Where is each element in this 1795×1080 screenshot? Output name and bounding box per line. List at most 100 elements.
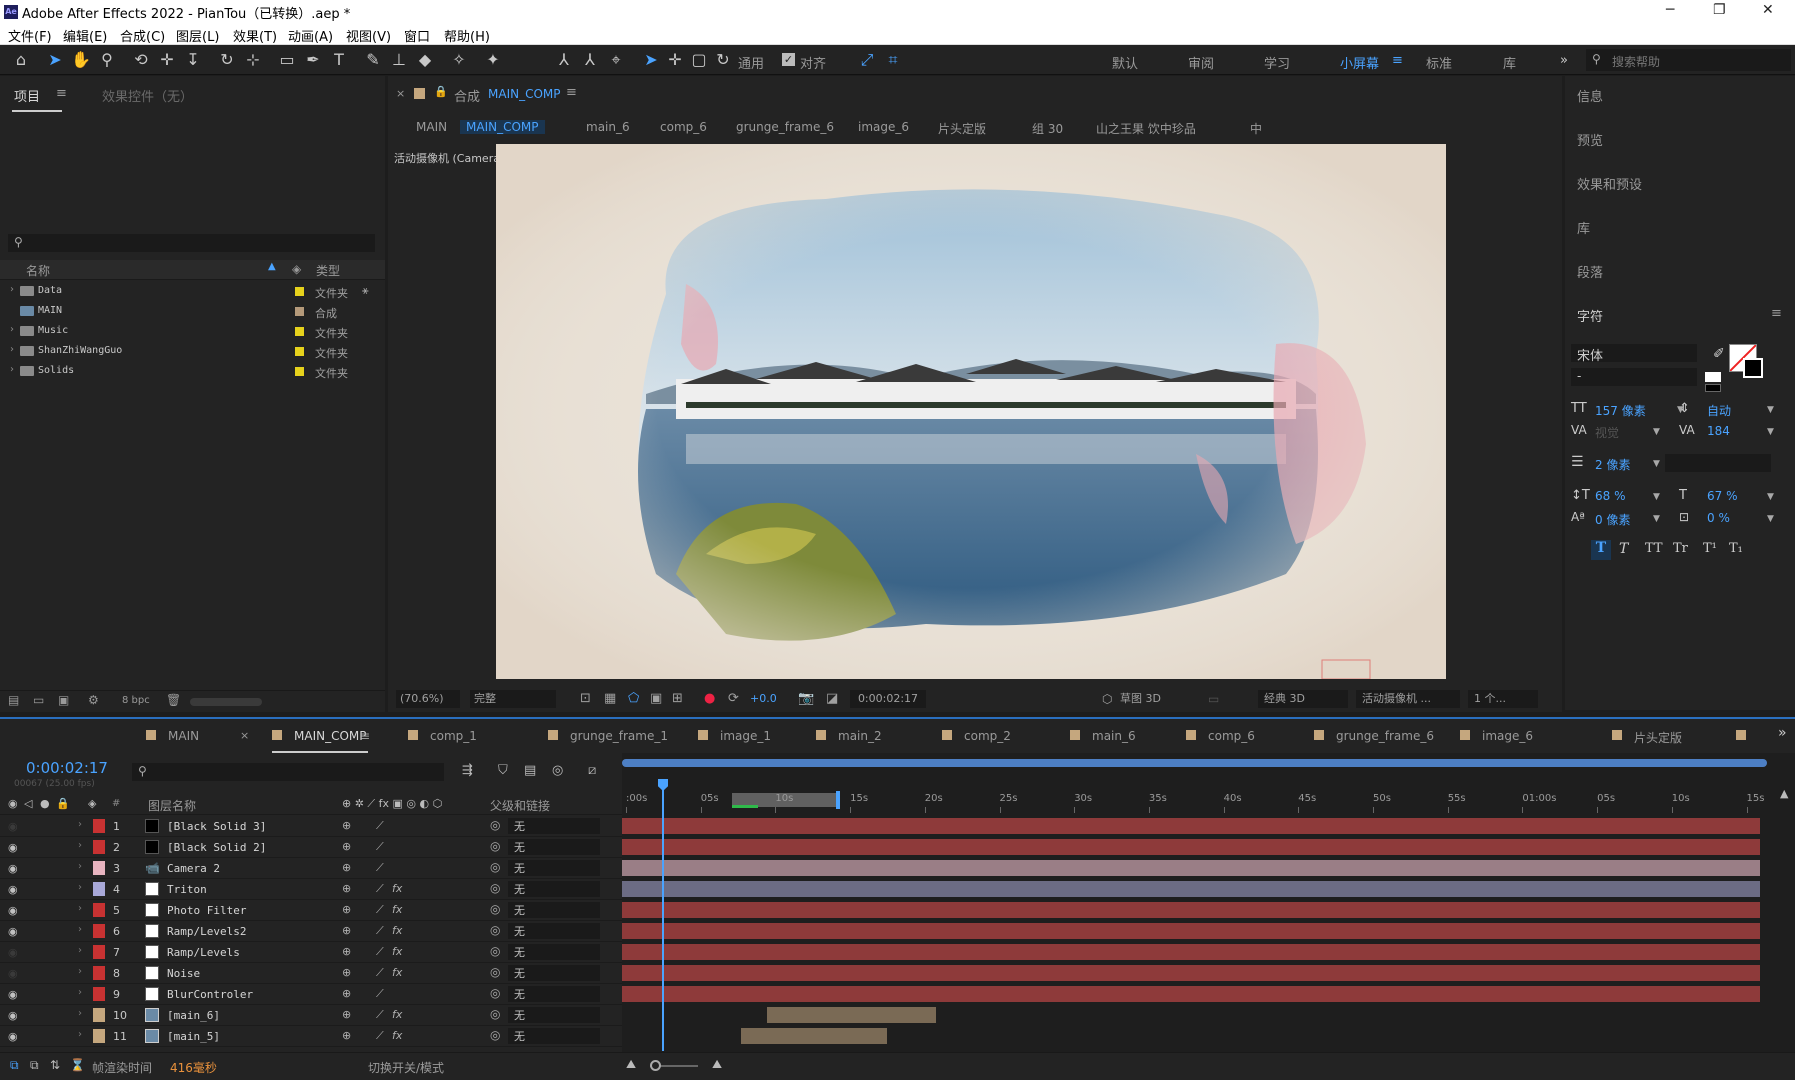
scale-3d-icon[interactable]: ▢ (688, 49, 710, 71)
tsume-value[interactable]: 0 % (1707, 511, 1730, 525)
color-management-icon[interactable]: ● (704, 690, 715, 708)
pick-whip-icon[interactable]: ◎ (490, 902, 500, 916)
hand-tool-icon[interactable]: ✋ (70, 49, 92, 71)
snap-checkbox[interactable]: ✓ (782, 53, 795, 66)
vertical-scale-dropdown-icon[interactable]: ▼ (1653, 492, 1660, 502)
shy-switch-icon[interactable]: ⊕ (342, 945, 351, 958)
expand-arrow-icon[interactable]: › (10, 324, 14, 335)
project-item[interactable]: › Music 文件夹 (10, 322, 380, 342)
maximize-button[interactable]: ❐ (1713, 2, 1726, 18)
tracking-dropdown-icon[interactable]: ▼ (1767, 427, 1774, 437)
parent-dropdown[interactable]: 无 (508, 860, 600, 876)
expand-arrow-icon[interactable]: › (10, 344, 14, 355)
layer-label-color[interactable] (93, 882, 105, 896)
expand-layer-arrow-icon[interactable]: › (78, 1029, 82, 1040)
composition-viewport[interactable] (496, 144, 1446, 679)
lock-icon[interactable]: 🔒 (434, 85, 448, 98)
subscript-button[interactable]: T₁ (1729, 541, 1743, 556)
trash-icon[interactable]: 🗑 (166, 693, 181, 707)
project-search-input[interactable]: ⚲ (8, 234, 375, 252)
expand-layer-arrow-icon[interactable]: › (78, 903, 82, 914)
close-button[interactable]: ✕ (1762, 2, 1774, 18)
workspace-review[interactable]: 审阅 (1188, 53, 1214, 72)
snapshot-icon[interactable]: 📷 (798, 690, 814, 708)
workspace-overflow-icon[interactable]: » (1560, 53, 1568, 68)
quality-switch-icon[interactable]: ⟋ (376, 966, 384, 980)
layer-duration-bar[interactable] (741, 1028, 888, 1044)
snap-features-icon[interactable]: ⌗ (882, 49, 904, 71)
view-axis-icon[interactable]: ⌖ (605, 49, 627, 71)
layer-label-color[interactable] (93, 903, 105, 917)
flowchart-icon[interactable]: ⚹ (362, 284, 369, 298)
parent-dropdown[interactable]: 无 (508, 923, 600, 939)
timeline-tab[interactable]: MAIN (168, 729, 199, 743)
extended-viewer-icon[interactable]: ▭ (1208, 690, 1219, 708)
project-item[interactable]: MAIN 合成 (10, 302, 380, 322)
breadcrumb-main-comp[interactable]: MAIN_COMP (460, 120, 545, 134)
expand-layer-arrow-icon[interactable]: › (78, 924, 82, 935)
puppet-pin-icon[interactable]: ✦ (482, 49, 504, 71)
layer-duration-bar[interactable] (622, 944, 1760, 960)
menu-window[interactable]: 窗口 (404, 26, 430, 45)
effects-switch-icon[interactable]: fx (392, 1008, 402, 1021)
pick-whip-icon[interactable]: ◎ (490, 965, 500, 979)
breadcrumb-title-card[interactable]: 片头定版 (938, 120, 986, 137)
quality-switch-icon[interactable]: ⟋ (376, 903, 384, 917)
layer-switches-icon[interactable]: ⧉ (10, 1058, 19, 1073)
layer-name[interactable]: Camera 2 (167, 862, 220, 875)
visibility-eye-icon[interactable]: ◉ (8, 904, 18, 917)
comp-button-icon[interactable]: ▲ (1780, 787, 1790, 801)
layer-row[interactable]: ◉ › 11 [main_5] ⊕ ⟋ fx ◎ 无 (0, 1026, 622, 1047)
layer-duration-bar[interactable] (622, 818, 1760, 834)
expand-layer-arrow-icon[interactable]: › (78, 1008, 82, 1019)
layer-label-color[interactable] (93, 966, 105, 980)
workspace-menu-icon[interactable]: ≡ (1392, 53, 1403, 68)
layer-duration-bar[interactable] (622, 902, 1760, 918)
font-family-dropdown[interactable]: 宋体 (1571, 344, 1697, 364)
expand-layer-arrow-icon[interactable]: › (78, 945, 82, 956)
pen-tool-icon[interactable]: ✒ (302, 49, 324, 71)
quality-switch-icon[interactable]: ⟋ (376, 1029, 384, 1043)
render-time-icon[interactable]: ⌛ (70, 1058, 85, 1072)
breadcrumb-group-30[interactable]: 组 30 (1032, 120, 1063, 137)
layer-name[interactable]: Noise (167, 967, 200, 980)
effects-switch-icon[interactable]: fx (392, 903, 402, 916)
selection-tool-icon[interactable]: ➤ (44, 49, 66, 71)
motion-blur-icon[interactable]: ◎ (552, 763, 563, 778)
minimize-button[interactable]: ─ (1666, 2, 1674, 18)
menu-file[interactable]: 文件(F) (8, 26, 52, 45)
quality-switch-icon[interactable]: ⟋ (376, 840, 384, 854)
eyedropper-icon[interactable]: ✐ (1713, 346, 1725, 362)
parent-dropdown[interactable]: 无 (508, 944, 600, 960)
sort-ascending-icon[interactable]: ▲ (268, 261, 276, 272)
parent-dropdown[interactable]: 无 (508, 818, 600, 834)
shy-switch-icon[interactable]: ⊕ (342, 819, 351, 832)
quality-switch-icon[interactable]: ⟋ (376, 924, 384, 938)
effects-presets-header[interactable]: 效果和预设 (1577, 174, 1642, 193)
effects-switch-icon[interactable]: fx (392, 1029, 402, 1042)
all-caps-button[interactable]: TT (1645, 541, 1663, 556)
breadcrumb-text-layer[interactable]: 山之王果 饮中珍品 (1096, 120, 1196, 137)
rotate-tool-icon[interactable]: ↻ (216, 49, 238, 71)
stroke-width-dropdown-icon[interactable]: ▼ (1653, 459, 1660, 469)
dolly-camera-icon[interactable]: ↧ (182, 49, 204, 71)
draft-3d-icon[interactable]: ⬡ (1102, 690, 1112, 708)
layer-name[interactable]: [main_5] (167, 1030, 220, 1043)
project-item[interactable]: › Data 文件夹 (10, 282, 380, 302)
parent-link-header[interactable]: 父级和链接 (490, 797, 550, 814)
menu-composition[interactable]: 合成(C) (120, 26, 165, 45)
parent-dropdown[interactable]: 无 (508, 1028, 600, 1044)
magnification-dropdown[interactable]: (70.6%) (396, 690, 460, 708)
layer-row[interactable]: ◉ › 4 Triton ⊕ ⟋ fx ◎ 无 (0, 879, 622, 900)
channel-icon[interactable]: ⊞ (672, 690, 683, 708)
rotate-3d-icon[interactable]: ↻ (712, 49, 734, 71)
layer-duration-bar[interactable] (622, 839, 1760, 855)
layer-row[interactable]: ◉ › 1 [Black Solid 3] ⊕ ⟋ ◎ 无 (0, 816, 622, 837)
white-swatch[interactable] (1705, 372, 1721, 382)
viewer-timecode[interactable]: 0:00:02:17 (850, 690, 926, 708)
shy-switch-icon[interactable]: ⊕ (342, 1008, 351, 1021)
layer-name[interactable]: Ramp/Levels2 (167, 925, 246, 938)
leading-dropdown-icon[interactable]: ▼ (1767, 405, 1774, 415)
tsume-dropdown-icon[interactable]: ▼ (1767, 514, 1774, 524)
parent-dropdown[interactable]: 无 (508, 902, 600, 918)
